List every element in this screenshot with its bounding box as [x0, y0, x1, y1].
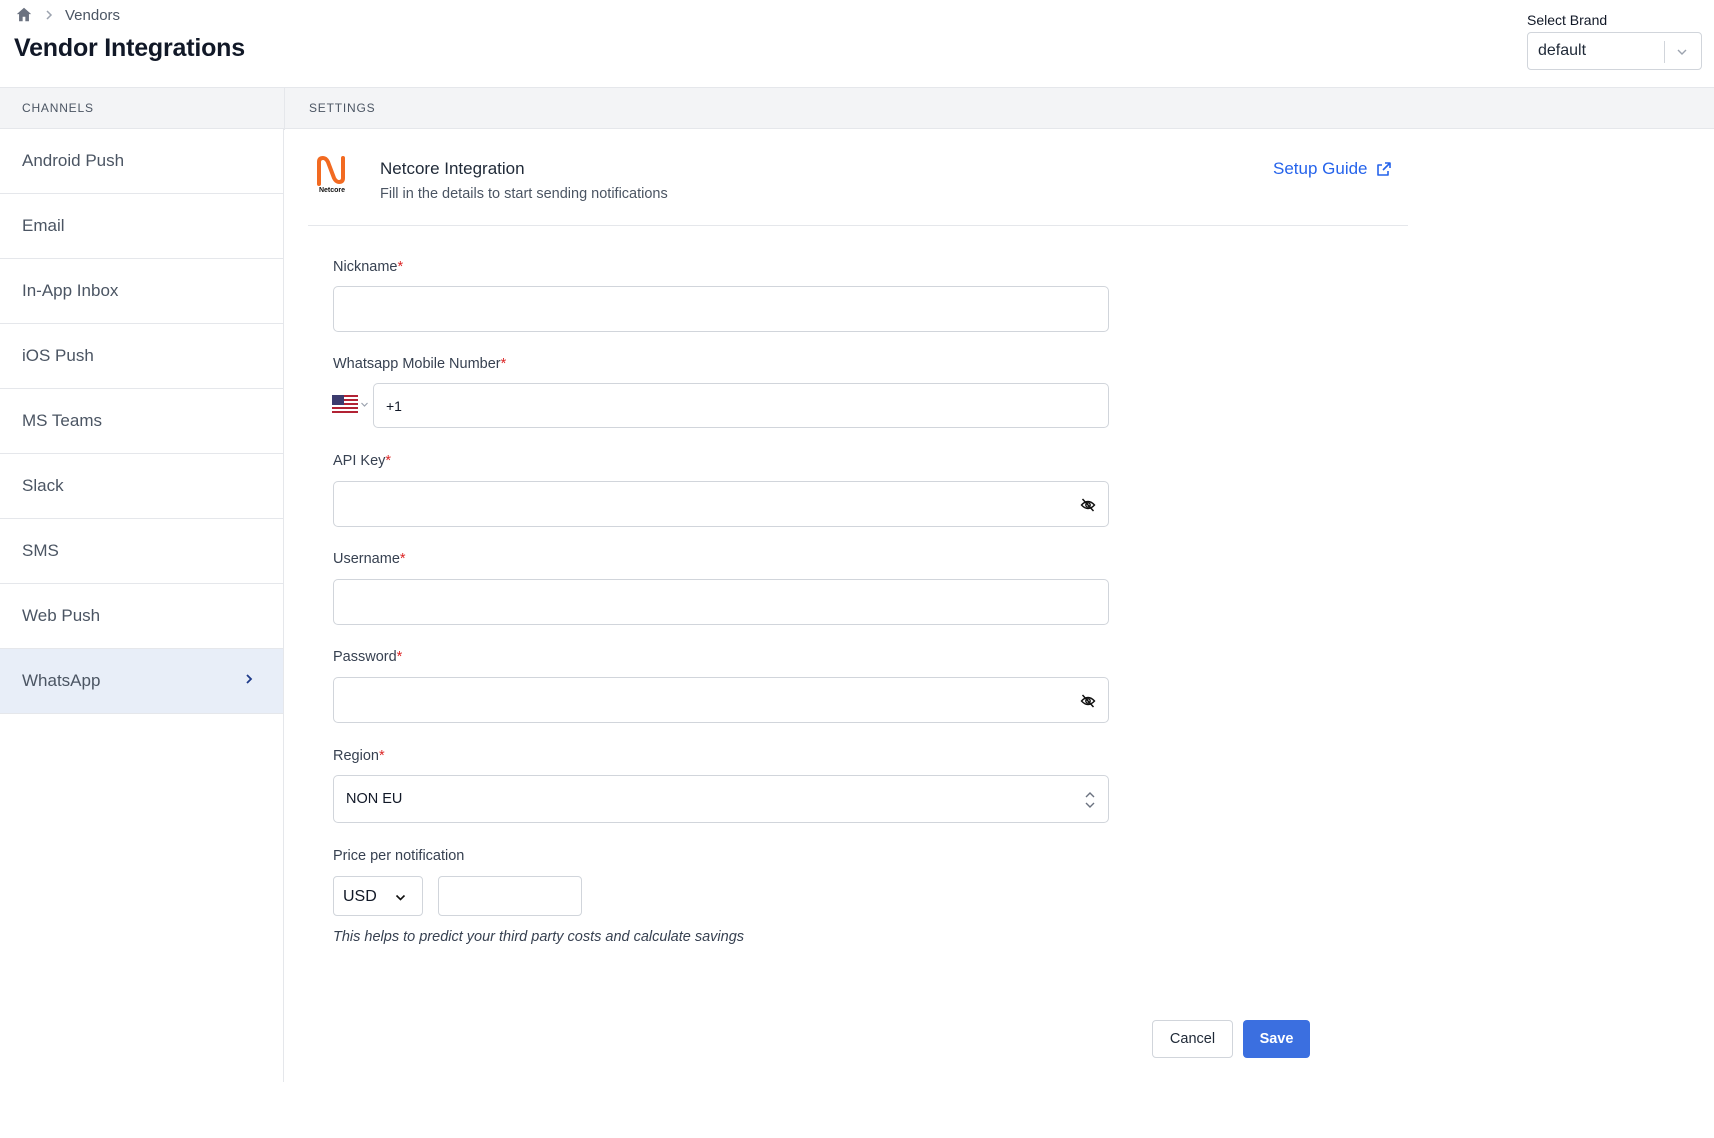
setup-guide-link[interactable]: Setup Guide	[1273, 159, 1392, 179]
us-flag-icon	[332, 395, 358, 413]
nickname-input[interactable]	[333, 286, 1109, 332]
username-label: Username*	[333, 551, 406, 567]
api-key-input[interactable]	[333, 481, 1109, 527]
sidebar-item-ms-teams[interactable]: MS Teams	[0, 389, 283, 454]
region-label: Region*	[333, 748, 385, 764]
column-divider	[284, 88, 285, 130]
save-button[interactable]: Save	[1243, 1020, 1310, 1058]
integration-subtitle: Fill in the details to start sending not…	[380, 186, 668, 202]
brand-select-label: Select Brand	[1527, 12, 1608, 28]
country-code-select[interactable]	[332, 394, 370, 414]
brand-select-value: default	[1538, 42, 1587, 59]
password-label: Password*	[333, 649, 403, 665]
sidebar-item-label: Web Push	[22, 606, 101, 625]
currency-select[interactable]: USD	[333, 876, 423, 916]
sidebar-item-sms[interactable]: SMS	[0, 519, 283, 584]
cancel-button[interactable]: Cancel	[1152, 1020, 1233, 1058]
home-icon[interactable]	[15, 6, 33, 24]
external-link-icon	[1376, 162, 1391, 176]
currency-value: USD	[343, 888, 377, 905]
breadcrumb-vendors[interactable]: Vendors	[65, 7, 120, 24]
sidebar-item-label: Email	[22, 216, 65, 235]
password-input[interactable]	[333, 677, 1109, 723]
price-label: Price per notification	[333, 848, 465, 864]
whatsapp-number-input[interactable]: +1	[373, 383, 1109, 428]
sort-updown-icon	[1085, 792, 1095, 808]
api-key-label: API Key*	[333, 453, 392, 469]
sidebar-item-label: Slack	[22, 476, 64, 495]
breadcrumb: Vendors	[15, 6, 120, 24]
sidebar-item-label: WhatsApp	[22, 671, 101, 690]
chevron-right-icon	[246, 674, 253, 684]
eye-off-icon[interactable]	[1080, 693, 1096, 709]
sidebar-item-ios-push[interactable]: iOS Push	[0, 324, 283, 389]
price-helper-text: This helps to predict your third party c…	[333, 929, 745, 945]
sidebar-item-label: iOS Push	[22, 346, 94, 365]
page-header: Vendors Vendor Integrations Select Brand…	[0, 0, 1714, 87]
chevron-down-icon	[361, 402, 368, 407]
sidebar-item-in-app-inbox[interactable]: In-App Inbox	[0, 259, 283, 324]
sidebar-item-label: In-App Inbox	[22, 281, 119, 300]
sidebar-item-slack[interactable]: Slack	[0, 454, 283, 519]
chevron-right-icon	[43, 9, 55, 21]
sidebar-item-label: Android Push	[22, 151, 125, 170]
page-title: Vendor Integrations	[14, 34, 245, 62]
nickname-label: Nickname*	[333, 259, 404, 275]
region-select[interactable]: NON EU	[333, 775, 1109, 823]
phone-value: +1	[386, 398, 402, 414]
integration-header: Netcore Netcore Integration Fill in the …	[308, 129, 1408, 226]
region-value: NON EU	[346, 791, 403, 807]
whatsapp-number-label: Whatsapp Mobile Number*	[333, 356, 507, 372]
sidebar-item-label: MS Teams	[22, 411, 102, 430]
price-input[interactable]	[438, 876, 582, 916]
sidebar-item-label: SMS	[22, 541, 59, 560]
column-header-bar: CHANNELS SETTINGS	[0, 87, 1714, 130]
chevron-down-icon	[1677, 49, 1687, 55]
sidebar-item-android-push[interactable]: Android Push	[0, 129, 283, 194]
channels-heading: CHANNELS	[22, 101, 94, 115]
eye-off-icon[interactable]	[1080, 497, 1096, 513]
username-input[interactable]	[333, 579, 1109, 625]
settings-heading: SETTINGS	[309, 101, 376, 115]
sidebar-item-whatsapp[interactable]: WhatsApp	[0, 649, 283, 714]
sidebar-item-email[interactable]: Email	[0, 194, 283, 259]
channel-sidebar: Android Push Email In-App Inbox iOS Push…	[0, 129, 284, 1082]
brand-select[interactable]: default	[1527, 32, 1702, 70]
setup-guide-label: Setup Guide	[1273, 159, 1368, 178]
integration-title: Netcore Integration	[380, 159, 525, 178]
netcore-logo: Netcore	[314, 156, 350, 198]
chevron-down-icon	[395, 894, 406, 901]
select-divider	[1664, 41, 1665, 63]
sidebar-item-web-push[interactable]: Web Push	[0, 584, 283, 649]
